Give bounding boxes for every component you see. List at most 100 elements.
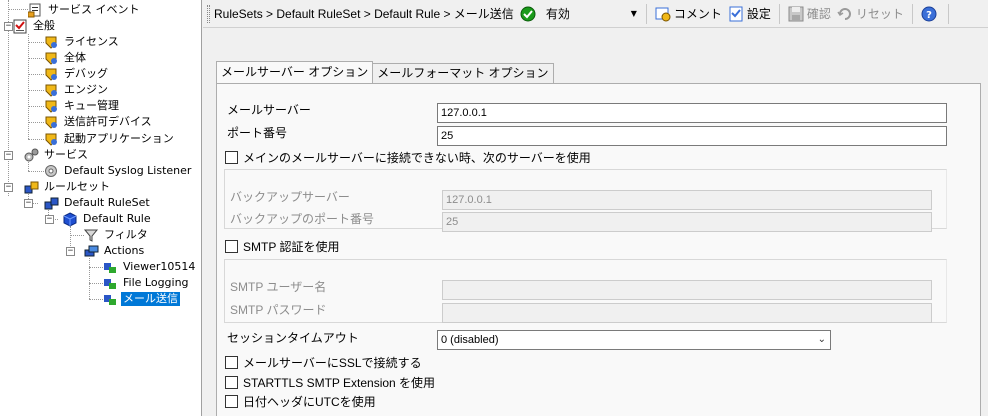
tree-item-viewer[interactable]: Viewer10514 [103,259,197,275]
comment-icon [655,6,671,22]
smtp-password-input[interactable] [442,303,932,323]
status-value: 有効 [545,7,570,21]
port-input[interactable]: 25 [437,126,947,146]
shield-icon [44,83,59,98]
tree-line [8,9,28,10]
toolbar-grip[interactable] [207,4,210,23]
utc-date-header-checkbox[interactable]: 日付ヘッダにUTCを使用 [225,393,376,410]
tree-item-send-mail[interactable]: メール送信 [103,291,181,307]
tree-line [89,267,103,268]
tree-item-general[interactable]: 全般 [13,18,57,34]
filter-icon [83,228,99,243]
reset-button[interactable]: リセット [834,3,907,25]
gear-icon [44,164,59,179]
toolbar-separator [778,3,780,24]
tab-strip: メールサーバー オプション メールフォーマット オプション [216,61,554,83]
tree-line [89,299,103,300]
action-item-icon [103,276,118,291]
port-label: ポート番号 [227,126,288,140]
backup-port-label: バックアップのポート番号 [230,212,375,226]
toolbar-separator [911,3,913,24]
tree-item-filter[interactable]: フィルタ [83,227,150,243]
status-select[interactable]: 有効 ▼ [541,4,641,24]
action-item-icon [103,260,118,275]
breadcrumb: RuleSets > Default RuleSet > Default Rul… [214,7,514,21]
backup-server-input[interactable]: 127.0.0.1 [442,190,932,210]
backup-server-checkbox[interactable]: メインのメールサーバーに接続できない時、次のサーバーを使用 [225,149,591,166]
tree-line [28,34,29,139]
tree-line [28,139,44,140]
comment-button[interactable]: コメント [652,3,725,25]
help-button[interactable]: ? [918,3,943,25]
tree-item-queue[interactable]: キュー管理 [44,98,121,114]
tree-item-debug[interactable]: デバッグ [44,66,110,82]
tree-line [28,74,44,75]
navigation-tree[interactable]: − − − − − − サービス イベント 全般 ライセンス 全体 デバッグ エ… [0,0,202,416]
backup-port-input[interactable]: 25 [442,212,932,232]
tree-line [89,283,103,284]
smtp-auth-checkbox[interactable]: SMTP 認証を使用 [225,238,339,255]
rule-cube-icon [63,211,78,227]
starttls-checkbox[interactable]: STARTTLS SMTP Extension を使用 [225,374,435,391]
toolbar-separator [645,3,647,24]
checkbox-box[interactable] [225,151,238,164]
action-item-icon [103,292,118,307]
status-combo[interactable] [514,3,541,25]
smtp-user-label: SMTP ユーザー名 [230,280,327,294]
tree-line [28,106,44,107]
chevron-down-icon[interactable]: ⌄ [818,331,826,349]
session-timeout-label: セッションタイムアウト [227,331,359,345]
tree-item-license[interactable]: ライセンス [44,34,121,50]
tree-item-startup-apps[interactable]: 起動アプリケーション [44,131,176,147]
tree-line [28,171,44,172]
tree-item-overall[interactable]: 全体 [44,50,88,66]
ruleset-icon [24,180,39,195]
settings-button[interactable]: 設定 [725,3,774,25]
general-checklist-icon [13,19,28,34]
expand-collapse-icon[interactable]: − [24,199,33,208]
smtp-password-label: SMTP パスワード [230,303,327,317]
tree-item-syslog-listener[interactable]: Default Syslog Listener [44,163,193,179]
ruleset-icon [44,196,59,211]
shield-icon [44,51,59,66]
tree-item-rulesets[interactable]: ルールセット [24,179,112,195]
expand-collapse-icon[interactable]: − [4,183,13,192]
tree-line [28,122,44,123]
shield-icon [44,99,59,114]
expand-collapse-icon[interactable]: − [4,22,13,31]
smtp-user-input[interactable] [442,280,932,300]
tree-item-engine[interactable]: エンジン [44,82,110,98]
settings-checklist-icon [728,6,744,22]
tab-mail-format-options[interactable]: メールフォーマット オプション [372,63,554,83]
checkbox-box[interactable] [225,395,238,408]
expand-collapse-icon[interactable]: − [66,247,75,256]
tree-item-services[interactable]: サービス [24,147,90,163]
tree-item-allowed-devices[interactable]: 送信許可デバイス [44,114,154,130]
tree-item-file-logging[interactable]: File Logging [103,275,191,291]
tree-item-default-ruleset[interactable]: Default RuleSet [44,195,152,211]
tree-line [28,162,29,171]
expand-collapse-icon[interactable]: − [4,151,13,160]
mail-server-label: メールサーバー [227,103,311,117]
save-disk-icon [788,6,804,22]
dropdown-arrow-icon[interactable]: ▼ [628,9,640,18]
check-circle-icon [520,6,536,22]
tree-line [28,42,44,43]
tab-mail-server-options[interactable]: メールサーバー オプション [216,61,374,83]
tab-page-mail-server: メールサーバー 127.0.0.1 ポート番号 25 メインのメールサーバーに接… [216,83,981,416]
session-timeout-select[interactable]: 0 (disabled) ⌄ [437,330,831,350]
ssl-checkbox[interactable]: メールサーバーにSSLで接続する [225,354,422,371]
gears-icon [24,148,39,163]
confirm-button[interactable]: 確認 [785,3,834,25]
checkbox-box[interactable] [225,376,238,389]
service-event-icon [27,3,43,18]
checkbox-box[interactable] [225,240,238,253]
mail-server-input[interactable]: 127.0.0.1 [437,103,947,123]
tree-line [28,90,44,91]
tree-item-actions[interactable]: Actions [84,243,146,259]
checkbox-box[interactable] [225,356,238,369]
expand-collapse-icon[interactable]: − [45,215,54,224]
tree-item-service-event[interactable]: サービス イベント [27,2,142,18]
actions-icon [84,244,99,259]
tree-item-default-rule[interactable]: Default Rule [63,211,153,227]
